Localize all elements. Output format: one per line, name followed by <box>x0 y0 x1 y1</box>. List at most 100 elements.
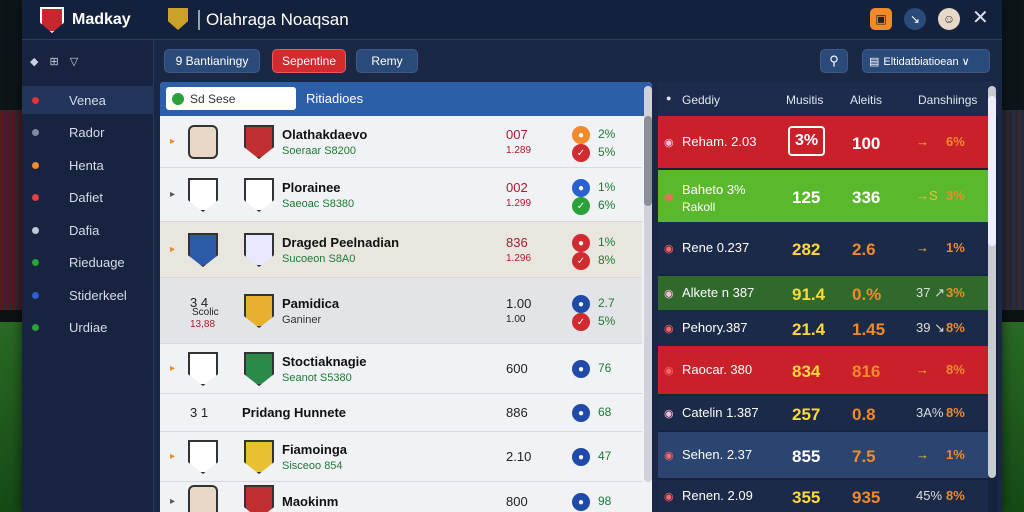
row-value-secondary: 1.296 <box>506 253 532 264</box>
right-col-header[interactable]: Danshiings <box>918 93 977 107</box>
club-crest-icon <box>188 178 218 212</box>
right-row-change: 8% <box>946 488 965 503</box>
team-crest-icon <box>244 233 274 267</box>
row-percent: 1% <box>598 235 616 249</box>
row-subtitle: Seanot S5380 <box>282 372 352 384</box>
right-row-value-b: 100 <box>852 134 881 153</box>
crowd-right <box>1000 110 1024 310</box>
right-row-trend: 3A% <box>916 405 944 420</box>
right-scrollbar[interactable] <box>988 86 996 478</box>
left-panel: Sd Sese Ritiadioes ▸ Olathakdaevo Soeraar … <box>160 82 652 512</box>
close-icon[interactable]: ✕ <box>972 8 989 28</box>
right-col-header[interactable]: Musitis <box>786 93 823 107</box>
sidebar-item-dot <box>32 226 39 234</box>
row-marker-icon: ▸ <box>170 244 176 255</box>
right-col-header[interactable]: Aleitis <box>850 93 882 107</box>
right-row-value-b: 336 <box>852 188 881 207</box>
row-marker-icon: ▸ <box>170 136 176 147</box>
right-table-row[interactable]: ◉ Renen. 2.09 355 935 45% 8% <box>658 480 988 512</box>
row-name: Olathakdaevo <box>282 127 368 142</box>
team-crest-icon <box>244 352 274 386</box>
right-row-change: 8% <box>946 320 965 335</box>
tab-1[interactable]: 9 Bantianingy <box>164 49 260 73</box>
club-crest-icon <box>188 233 218 267</box>
notification-icon[interactable]: ↘ <box>904 8 926 30</box>
table-row[interactable]: ▸ Stoctiaknagie Seanot S5380 600 ● 76 <box>160 344 642 394</box>
right-col-header[interactable]: Geddiy <box>682 93 720 107</box>
right-row-value-a: 125 <box>792 188 821 207</box>
left-scroll-thumb[interactable] <box>644 116 652 206</box>
right-table-row[interactable]: ◉ Raocar. 380 834 816 → 8% <box>658 346 988 394</box>
team-crest-icon <box>244 485 274 512</box>
sidebar-toolbar-icons[interactable]: ◆ ⊞ ▽ <box>30 55 82 68</box>
right-panel-header: ● Geddiy Musitis Aleitis Danshiings <box>658 82 998 116</box>
sidebar-item-label: Venea <box>69 92 106 108</box>
sidebar-item-rieduage[interactable]: Rieduage <box>22 249 154 277</box>
row-percent: 98 <box>598 494 612 508</box>
row-name: Maokinm <box>282 494 339 509</box>
right-row-value-a: 21.4 <box>792 320 826 339</box>
right-row-value-a: 3% <box>788 126 826 156</box>
row-name: Pamidica <box>282 296 340 311</box>
search-input[interactable]: Sd Sese <box>166 87 296 110</box>
table-row[interactable]: ▸ Plorainee Saeoac S8380 002 1.299 ● 1% ✓ 6% <box>160 168 642 222</box>
table-row[interactable]: ▸ Fiamoinga Sisceoo 854 2.10 ● 47 <box>160 432 642 482</box>
right-table-row[interactable]: ◉ Baheto 3% Rakoll 125 336 →S 3% <box>658 170 988 222</box>
row-value: 1.00 <box>506 296 532 311</box>
row-name: Pridang Hunnete <box>242 405 347 420</box>
club-crest-icon <box>188 440 218 474</box>
right-row-trend: → <box>916 362 929 377</box>
tab-3[interactable]: Remy <box>356 49 418 73</box>
user-avatar-icon[interactable]: ☺ <box>938 8 960 30</box>
right-table-row[interactable]: ◉ Sehen. 2.37 855 7.5 → 1% <box>658 432 988 478</box>
filter-dropdown[interactable]: ▤ Eltidatbiatioean ∨ <box>862 49 990 73</box>
row-status-icon: ◉ <box>664 450 674 462</box>
row-percent: 1% <box>598 180 616 194</box>
right-table-row[interactable]: ◉ Rene 0.237 282 2.6 → 1% <box>658 222 988 274</box>
row-value: 002 <box>506 180 528 195</box>
sidebar-item-venea[interactable]: Venea <box>22 86 154 114</box>
search-button[interactable]: ⚲ <box>820 49 848 73</box>
row-subtitle: Soeraar S8200 <box>282 145 356 157</box>
row-percent-secondary: 5% <box>598 314 616 328</box>
row-name: Stoctiaknagie <box>282 354 367 369</box>
filter-label: Eltidatbiatioean ∨ <box>883 55 970 68</box>
table-row[interactable]: 3 4 Scolic 13,88 Pamidica Ganiner 1.00 1.00 ● 2.… <box>160 278 642 344</box>
table-row[interactable]: 3 1 Pridang Hunnete 886 ● 68 <box>160 394 642 432</box>
sidebar-item-dot <box>32 324 39 331</box>
table-row[interactable]: ▸ Draged Peelnadian Sucoeon S8A0 836 1.296 ● 1… <box>160 222 642 278</box>
row-value: 007 <box>506 127 528 142</box>
row-subtitle: Sucoeon S8A0 <box>282 253 356 265</box>
calendar-icon[interactable]: ▣ <box>870 8 892 30</box>
left-scrollbar[interactable] <box>644 86 652 482</box>
row-percent: 68 <box>598 405 612 419</box>
sidebar-item-henta[interactable]: Henta <box>22 151 154 179</box>
right-row-sub: Rakoll <box>682 200 716 214</box>
right-scroll-thumb[interactable] <box>988 96 996 246</box>
left-panel-header: Sd Sese Ritiadioes <box>160 82 652 116</box>
sidebar-item-dafiet[interactable]: Dafiet <box>22 184 154 212</box>
sidebar-item-stiderkeel[interactable]: Stiderkeel <box>22 281 154 309</box>
sidebar-item-urdiae[interactable]: Urdiae <box>22 314 154 342</box>
table-row[interactable]: ▸ Olathakdaevo Soeraar S8200 007 1.289 ● 2% ✓ 5% <box>160 116 642 168</box>
row-name: Fiamoinga <box>282 442 348 457</box>
sidebar-item-rador[interactable]: Rador <box>22 119 154 147</box>
row-marker-icon: ▸ <box>170 451 176 462</box>
row-percent-secondary: 6% <box>598 198 616 212</box>
right-row-trend: → <box>916 240 929 255</box>
right-row-value-a: 355 <box>792 488 821 507</box>
right-row-name: Reham. 2.03 <box>682 134 757 149</box>
right-table-row[interactable]: ◉ Reham. 2.03 3% 100 → 6% <box>658 116 988 168</box>
row-subtitle: Ganiner <box>282 314 322 326</box>
right-row-trend: 37 ↗ <box>916 285 945 300</box>
right-row-value-b: 2.6 <box>852 240 876 259</box>
sidebar-item-dafia[interactable]: Dafia <box>22 216 154 244</box>
right-table-row[interactable]: ◉ Catelin 1.387 257 0.8 3A% 8% <box>658 396 988 430</box>
row-percent: 76 <box>598 361 612 375</box>
search-icon <box>172 92 184 105</box>
team-crest-icon <box>244 440 274 474</box>
right-table-row[interactable]: ◉ Alkete n 387 91.4 0.% 37 ↗ 3% <box>658 276 988 310</box>
tab-2[interactable]: Sepentine <box>272 49 346 73</box>
table-row[interactable]: ▸ Maokinm 800 ● 98 <box>160 482 642 512</box>
right-table-row[interactable]: ◉ Pehory.387 21.4 1.45 39 ↘ 8% <box>658 310 988 346</box>
